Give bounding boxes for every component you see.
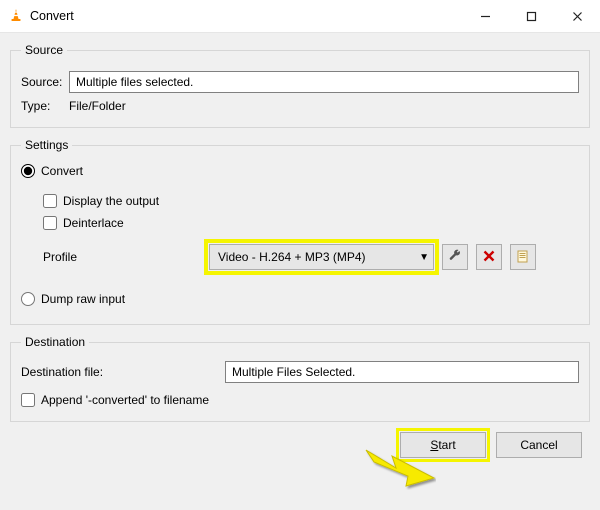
delete-icon (483, 250, 495, 265)
close-button[interactable] (554, 0, 600, 32)
convert-radio[interactable]: Convert (21, 164, 579, 178)
window-title: Convert (30, 9, 74, 23)
start-button-rest: tart (438, 438, 455, 452)
client-area: Source Source: Type: File/Folder Setting… (0, 32, 600, 510)
vlc-cone-icon (8, 7, 24, 26)
convert-radio-input[interactable] (21, 164, 35, 178)
delete-profile-button[interactable] (476, 244, 502, 270)
append-converted-checkbox[interactable]: Append '-converted' to filename (21, 393, 579, 407)
chevron-down-icon: ▼ (419, 252, 429, 263)
titlebar: Convert (0, 0, 600, 32)
start-button-mnemonic: S (430, 438, 438, 452)
minimize-button[interactable] (462, 0, 508, 32)
display-output-label: Display the output (63, 194, 159, 208)
profile-select[interactable]: Video - H.264 + MP3 (MP4) ▼ (209, 244, 434, 270)
dump-raw-label: Dump raw input (41, 292, 125, 306)
wrench-icon (448, 249, 462, 266)
deinterlace-checkbox-input[interactable] (43, 216, 57, 230)
edit-profile-button[interactable] (442, 244, 468, 270)
settings-legend: Settings (21, 138, 72, 152)
dump-raw-radio[interactable]: Dump raw input (21, 292, 579, 306)
destination-file-field[interactable] (225, 361, 579, 383)
profile-label: Profile (21, 250, 201, 264)
destination-legend: Destination (21, 335, 89, 349)
profile-selected-value: Video - H.264 + MP3 (MP4) (218, 250, 419, 264)
group-source: Source Source: Type: File/Folder (10, 43, 590, 128)
source-legend: Source (21, 43, 67, 57)
append-converted-checkbox-input[interactable] (21, 393, 35, 407)
append-converted-label: Append '-converted' to filename (41, 393, 209, 407)
destination-file-label: Destination file: (21, 365, 221, 379)
source-field[interactable] (69, 71, 579, 93)
convert-radio-label: Convert (41, 164, 83, 178)
display-output-checkbox-input[interactable] (43, 194, 57, 208)
group-destination: Destination Destination file: Append '-c… (10, 335, 590, 422)
new-profile-icon (516, 249, 530, 266)
type-value: File/Folder (69, 99, 126, 113)
maximize-button[interactable] (508, 0, 554, 32)
deinterlace-label: Deinterlace (63, 216, 124, 230)
deinterlace-checkbox[interactable]: Deinterlace (43, 216, 579, 230)
cancel-button[interactable]: Cancel (496, 432, 582, 458)
group-settings: Settings Convert Display the output Dein… (10, 138, 590, 325)
dump-raw-radio-input[interactable] (21, 292, 35, 306)
button-bar: Start Cancel (10, 432, 590, 458)
source-label: Source: (21, 75, 69, 89)
start-button[interactable]: Start (400, 432, 486, 458)
type-label: Type: (21, 99, 69, 113)
display-output-checkbox[interactable]: Display the output (43, 194, 579, 208)
new-profile-button[interactable] (510, 244, 536, 270)
